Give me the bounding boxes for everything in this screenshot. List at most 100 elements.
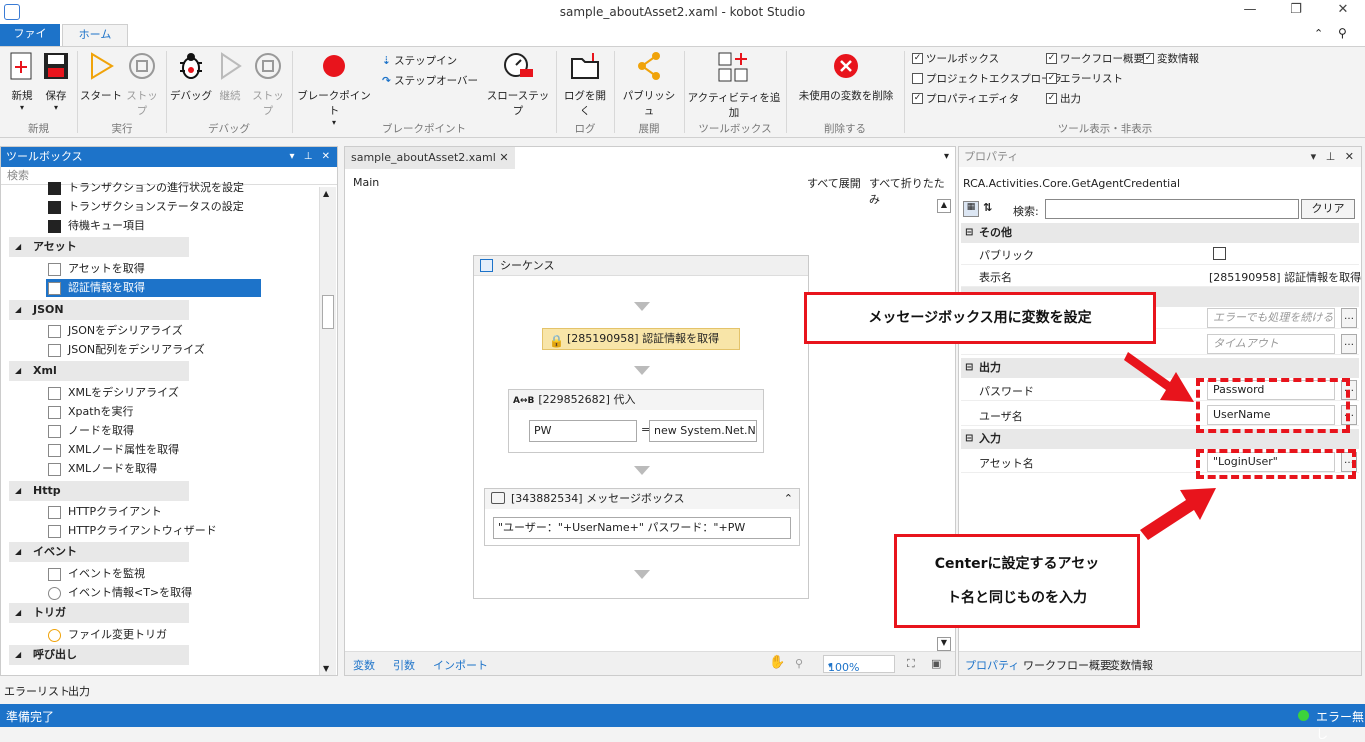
assign-activity[interactable]: A↔B [229852682] 代入 PW = new System.Net.Ne xyxy=(508,389,764,453)
category-event[interactable]: ◢ イベント xyxy=(9,542,189,562)
category-other[interactable]: ⊟ その他 xyxy=(961,223,1359,243)
scroll-up-icon[interactable]: ▲ xyxy=(323,189,329,198)
category-xml[interactable]: ◢ Xml xyxy=(9,361,189,381)
list-item[interactable]: XMLノードを取得 xyxy=(46,460,157,478)
check-error-list[interactable]: ✓ エラーリスト xyxy=(1046,71,1123,86)
fit-icon[interactable]: ⛶ xyxy=(907,657,915,671)
list-item[interactable]: 待機キュー項目 xyxy=(46,217,145,235)
tab-menu-icon[interactable]: ▾ xyxy=(944,151,949,162)
maximize-icon[interactable]: ❐ xyxy=(1281,2,1311,17)
sequence-activity[interactable]: シーケンス 🔒 [285190958] 認証情報を取得 A↔B [22985268… xyxy=(473,255,809,599)
list-item[interactable]: Xpathを実行 xyxy=(46,403,134,421)
list-item[interactable]: トランザクションの進行状況を設定 xyxy=(46,179,244,197)
category-call[interactable]: ◢ 呼び出し xyxy=(9,645,189,665)
tab-properties[interactable]: プロパティ xyxy=(965,657,1019,673)
assign-value-field[interactable]: new System.Net.Ne xyxy=(649,420,757,442)
tab-output[interactable]: 出力 xyxy=(68,683,90,699)
list-item[interactable]: HTTPクライアントウィザード xyxy=(46,522,217,540)
public-checkbox[interactable] xyxy=(1213,247,1226,260)
breakpoint-button[interactable]: ブレークポイント ▾ xyxy=(296,51,372,127)
list-item[interactable]: XMLをデシリアライズ xyxy=(46,384,179,402)
document-tab[interactable]: sample_aboutAsset2.xaml ✕ xyxy=(345,147,515,169)
list-item[interactable]: XMLノード属性を取得 xyxy=(46,441,179,459)
ellipsis-button[interactable]: … xyxy=(1341,334,1357,354)
expand-all-button[interactable]: すべて展開 xyxy=(807,175,861,191)
clear-button[interactable]: クリア xyxy=(1301,199,1355,219)
assign-to-field[interactable]: PW xyxy=(529,420,637,442)
stop-button[interactable]: ストップ xyxy=(122,51,162,118)
new-button[interactable]: 新規 ▾ xyxy=(6,51,38,112)
category-http[interactable]: ◢ Http xyxy=(9,481,189,501)
tab-home[interactable]: ホーム xyxy=(62,24,128,46)
collapse-ribbon-icon[interactable]: ⌃ xyxy=(1314,27,1323,40)
timeout-field[interactable]: タイムアウト xyxy=(1207,334,1335,354)
list-item-selected[interactable]: 認証情報を取得 xyxy=(46,279,261,297)
search-icon[interactable]: ⚲ xyxy=(1338,26,1347,40)
check-project-explorer[interactable]: プロジェクトエクスプローラ xyxy=(912,71,1062,86)
check-workflow-overview[interactable]: ✓ ワークフロー概要 xyxy=(1046,51,1144,66)
continue-button[interactable]: 継続 xyxy=(212,51,248,103)
imports-tab[interactable]: インポート xyxy=(433,657,488,673)
save-button[interactable]: 保存 ▾ xyxy=(40,51,72,112)
category-json[interactable]: ◢ JSON xyxy=(9,300,189,320)
list-item[interactable]: アセットを取得 xyxy=(46,260,145,278)
list-item[interactable]: HTTPクライアント xyxy=(46,503,162,521)
hand-icon[interactable]: ✋ xyxy=(769,655,785,670)
message-box-activity[interactable]: [343882534] メッセージボックス ⌃ "ユーザー："+UserName+… xyxy=(484,488,800,546)
scroll-up-icon[interactable]: ▲ xyxy=(937,199,951,213)
categorize-icon[interactable]: ▦ xyxy=(963,201,979,217)
arguments-tab[interactable]: 引数 xyxy=(393,657,415,673)
close-tab-icon[interactable]: ✕ xyxy=(499,151,508,164)
step-in-button[interactable]: ⇣ ステップイン xyxy=(382,53,482,68)
tab-workflow-overview[interactable]: ワークフロー概要 xyxy=(1023,657,1111,673)
check-toolbox[interactable]: ✓ ツールボックス xyxy=(912,51,999,66)
start-button[interactable]: スタート xyxy=(80,51,122,103)
tab-file[interactable]: ファイル xyxy=(0,24,60,60)
category-trigger[interactable]: ◢ トリガ xyxy=(9,603,189,623)
pane-controls[interactable]: ▾ ⊥ ✕ xyxy=(290,147,333,167)
list-item[interactable]: ノードを取得 xyxy=(46,422,134,440)
get-credential-activity[interactable]: 🔒 [285190958] 認証情報を取得 xyxy=(542,328,740,350)
overview-icon[interactable]: ▣ xyxy=(931,657,941,670)
list-item[interactable]: イベントを監視 xyxy=(46,565,145,583)
toolbox-scrollbar[interactable]: ▲ ▼ xyxy=(319,187,336,675)
check-variables[interactable]: ✓ 変数情報 xyxy=(1143,51,1199,66)
step-over-button[interactable]: ↷ ステップオーバー xyxy=(382,73,482,88)
delete-unused-variables-button[interactable]: 未使用の変数を削除 xyxy=(790,51,902,103)
zoom-select[interactable]: 100% ▾ xyxy=(823,655,895,674)
message-text-field[interactable]: "ユーザー："+UserName+" パスワード："+PW xyxy=(493,517,791,539)
variables-tab[interactable]: 変数 xyxy=(353,657,375,673)
continue-on-error-field[interactable]: エラーでも処理を続ける xyxy=(1207,308,1335,328)
list-item[interactable]: JSON配列をデシリアライズ xyxy=(46,341,205,359)
drop-target-icon[interactable] xyxy=(634,302,650,311)
debug-stop-button[interactable]: ストップ xyxy=(248,51,288,118)
check-output[interactable]: ✓ 出力 xyxy=(1046,91,1081,106)
check-property-editor[interactable]: ✓ プロパティエディタ xyxy=(912,91,1019,106)
open-log-button[interactable]: ログを開く xyxy=(560,51,610,118)
list-item[interactable]: トランザクションステータスの設定 xyxy=(46,198,244,216)
tab-error-list[interactable]: エラーリスト xyxy=(4,683,70,699)
display-name-value[interactable]: [285190958] 認証情報を取得 xyxy=(1209,269,1361,285)
close-icon[interactable]: ✕ xyxy=(1328,2,1358,17)
zoom-icon[interactable]: ⚲ xyxy=(795,657,803,670)
drop-target-icon[interactable] xyxy=(634,570,650,579)
drop-target-icon[interactable] xyxy=(634,466,650,475)
drop-target-icon[interactable] xyxy=(634,366,650,375)
collapse-icon[interactable]: ⌃ xyxy=(784,489,793,509)
sort-az-icon[interactable]: ⇅ xyxy=(983,201,992,214)
list-item[interactable]: ファイル変更トリガ xyxy=(46,626,167,644)
ellipsis-button[interactable]: … xyxy=(1341,308,1357,328)
tab-variables[interactable]: 変数情報 xyxy=(1109,657,1153,673)
scroll-down-icon[interactable]: ▼ xyxy=(323,664,329,673)
slow-step-button[interactable]: スローステップ xyxy=(484,51,552,118)
scroll-thumb[interactable] xyxy=(322,295,334,329)
breadcrumb[interactable]: Main xyxy=(353,176,379,189)
property-search-input[interactable] xyxy=(1045,199,1299,219)
list-item[interactable]: イベント情報<T>を取得 xyxy=(46,584,192,602)
add-activity-button[interactable]: アクティビティを追加 xyxy=(686,51,782,120)
debug-button[interactable]: デバッグ xyxy=(170,51,212,103)
scroll-down-icon[interactable]: ▼ xyxy=(937,637,951,651)
publish-button[interactable]: パブリッシュ xyxy=(618,51,680,118)
minimize-icon[interactable]: — xyxy=(1235,2,1265,17)
pane-controls[interactable]: ▾ ⊥ ✕ xyxy=(1311,147,1357,167)
